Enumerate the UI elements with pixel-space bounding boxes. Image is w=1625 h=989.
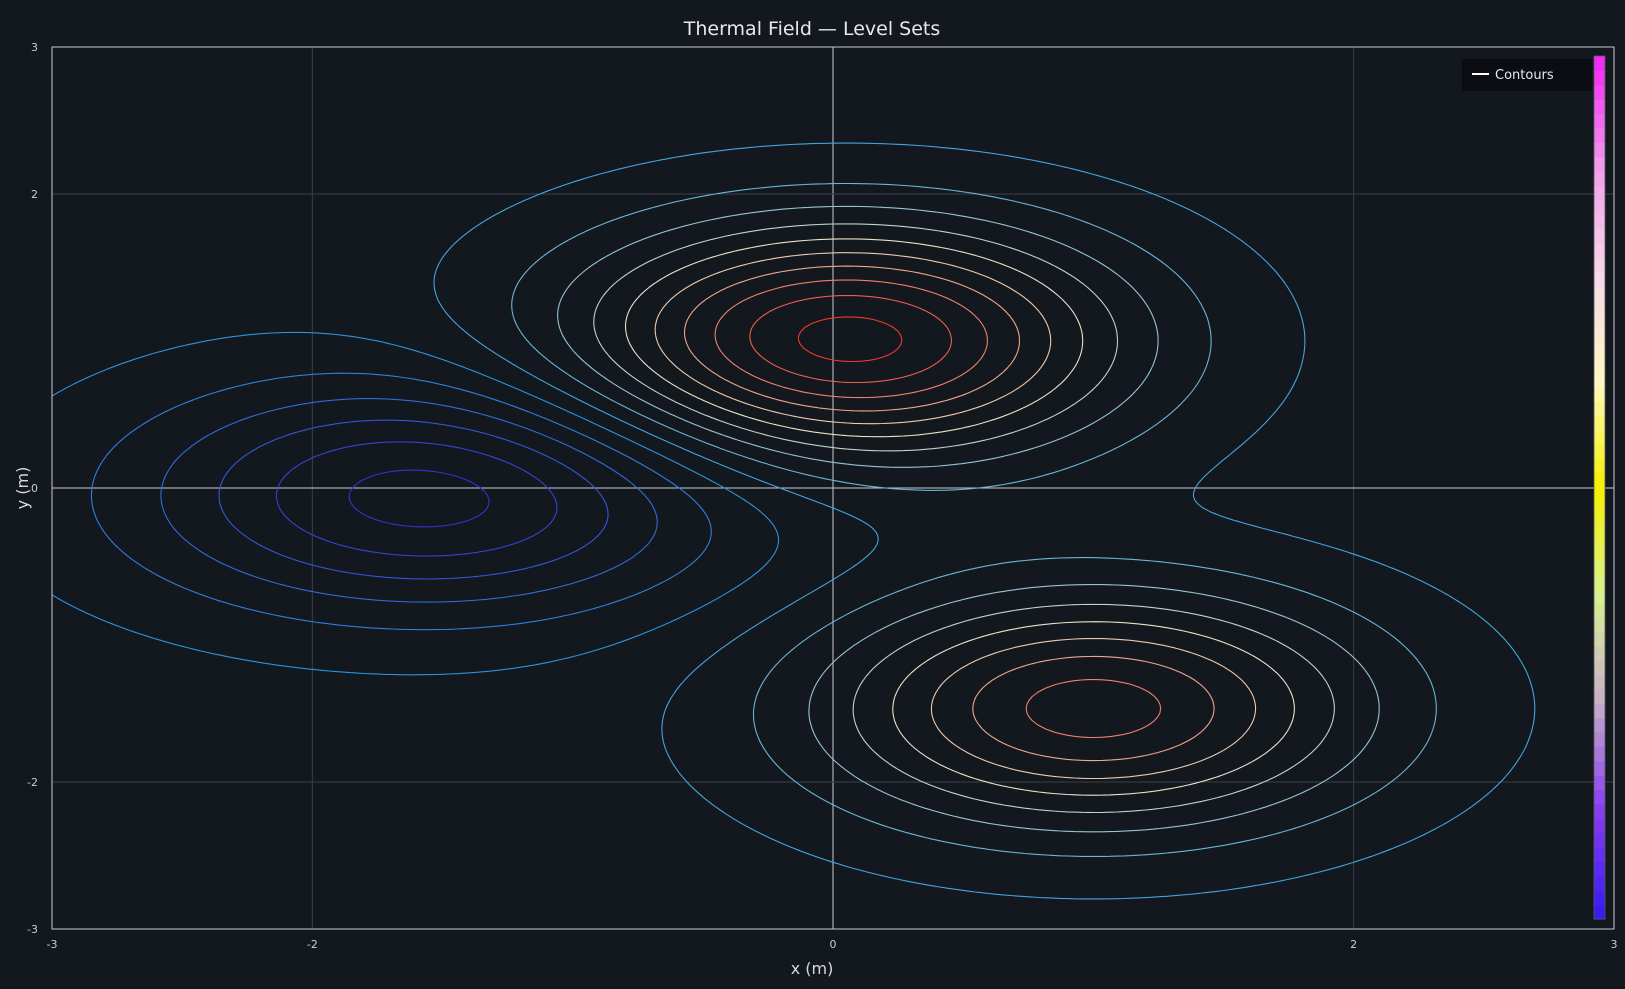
tick-labels: -3 -2 0 2 3 3 2 0 -2 -3 [27,41,1617,951]
colorbar-segment [1594,429,1605,445]
contour-line [797,316,903,363]
colorbar-segment [1594,588,1605,604]
colorbar-segment [1594,458,1605,474]
colorbar-segment [1594,847,1605,863]
contour-chart: Thermal Field — Level Sets -3 -2 0 2 3320-2-… [13,18,1618,978]
colorbar-segment [1594,199,1605,215]
x-tick-label: 0 [830,938,837,951]
colorbar-segment [1594,300,1605,316]
colorbar-segment [1594,142,1605,158]
colorbar-segment [1594,703,1605,719]
colorbar-segment [1594,760,1605,776]
x-tick-label: 3 [1611,938,1618,951]
contour-line [275,441,558,557]
contour-line [714,279,1162,739]
colorbar-segment [1594,559,1605,575]
colorbar-segment [1594,386,1605,402]
colorbar-segment [1594,70,1605,86]
colorbar-segment [1594,415,1605,431]
colorbar-segment [1594,444,1605,460]
colorbar-segment [1594,171,1605,187]
colorbar-segment [1594,530,1605,546]
colorbar-segment [1594,487,1605,503]
colorbar-segment [1594,127,1605,143]
colorbar-segment [1594,228,1605,244]
colorbar-segment [1594,904,1605,920]
colorbar-segment [1594,573,1605,589]
colorbar-segment [1594,890,1605,906]
colorbar-segment [1594,545,1605,561]
colorbar-segment [1594,473,1605,489]
colorbar [1593,55,1606,920]
contour-line [433,142,1536,900]
colorbar-segment [1594,271,1605,287]
colorbar-segment [1594,674,1605,690]
x-tick-label: -2 [307,938,318,951]
grid [52,47,1614,929]
x-axis-label: x (m) [791,959,834,978]
contour-line [90,372,712,631]
colorbar-segment [1594,286,1605,302]
contour-line [51,331,780,676]
colorbar-segment [1594,645,1605,661]
colorbar-segment [1594,660,1605,676]
colorbar-segment [1594,861,1605,877]
contour-line [160,398,658,603]
colorbar-segment [1594,257,1605,273]
y-tick-label: 3 [31,41,38,54]
contour-line [683,265,1215,762]
colorbar-segment [1594,818,1605,834]
contour-line [348,469,490,528]
colorbar-segment [1594,789,1605,805]
colorbar-segment [1594,803,1605,819]
y-axis-label: y (m) [13,467,32,510]
colorbar-segment [1594,516,1605,532]
colorbar-segment [1594,185,1605,201]
colorbar-segment [1594,56,1605,71]
x-tick-label: 2 [1350,938,1357,951]
colorbar-segment [1594,329,1605,345]
colorbar-segment [1594,401,1605,417]
colorbar-segment [1594,746,1605,762]
colorbar-segment [1594,875,1605,891]
colorbar-segment [1594,732,1605,747]
colorbar-segment [1594,501,1605,517]
x-tick-label: -3 [47,938,58,951]
contour-line [624,238,1295,796]
chart-title: Thermal Field — Level Sets [683,18,941,40]
contour-line [557,205,1380,833]
colorbar-segment [1594,717,1605,733]
colorbar-segment [1594,832,1605,848]
colorbar-segment [1594,602,1605,618]
colorbar-segment [1594,156,1605,172]
colorbar-segment [1594,214,1605,230]
contour-lines [51,142,1536,900]
colorbar-segment [1594,631,1605,647]
colorbar-segment [1594,99,1605,115]
colorbar-segment [1594,616,1605,632]
contour-line [593,223,1335,814]
contour-line [749,294,953,384]
legend: Contours [1462,59,1592,91]
colorbar-segment [1594,775,1605,791]
colorbar-segment [1594,84,1605,100]
colorbar-segment [1594,343,1605,359]
y-tick-label: 0 [31,482,38,495]
contour-line [218,419,609,580]
y-tick-label: -3 [27,923,38,936]
y-tick-label: -2 [27,776,38,789]
legend-label-contours: Contours [1495,68,1554,83]
colorbar-segment [1594,358,1605,374]
colorbar-segment [1594,113,1605,129]
y-tick-label: 2 [31,188,38,201]
colorbar-segment [1594,242,1605,258]
contour-line [654,252,1257,780]
colorbar-segment [1594,314,1605,330]
colorbar-segment [1594,372,1605,388]
colorbar-segment [1594,688,1605,704]
